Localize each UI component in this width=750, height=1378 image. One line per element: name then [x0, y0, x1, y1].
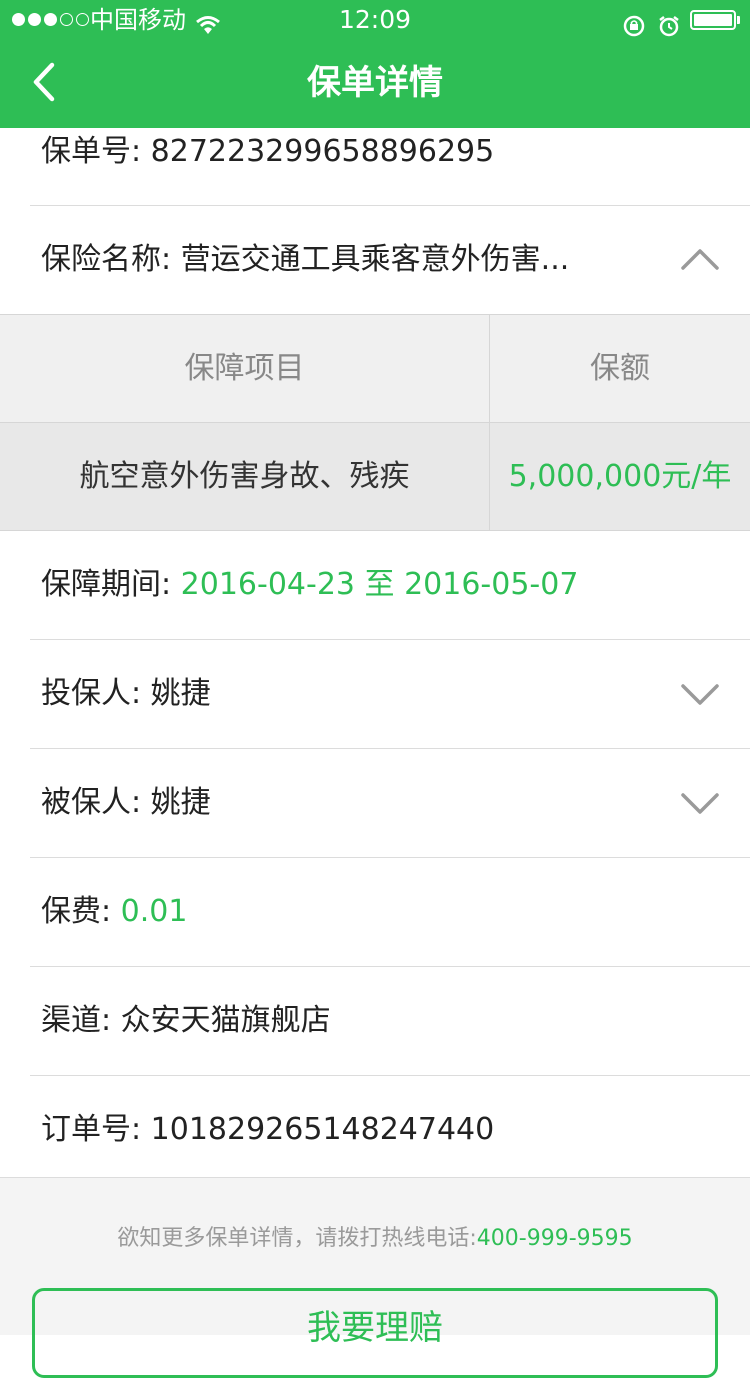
channel-value: 众安天猫旗舰店: [120, 1003, 331, 1038]
policy-number-row: 保单号: 827223299658896295: [0, 128, 750, 205]
order-number-row: 订单号: 101829265148247440: [0, 1076, 750, 1184]
claim-button[interactable]: 我要理赔: [32, 1288, 718, 1378]
header-bar: 中国移动 12:09 保单详情: [0, 0, 750, 128]
chevron-down-icon[interactable]: [680, 789, 720, 817]
coverage-item: 航空意外伤害身故、残疾: [0, 423, 490, 530]
policy-detail-list: 保单号: 827223299658896295 保险名称: 营运交通工具乘客意外…: [0, 128, 750, 1184]
insurance-name-value: 营运交通工具乘客意外伤害...: [180, 242, 570, 277]
insurance-name-row[interactable]: 保险名称: 营运交通工具乘客意外伤害...: [0, 206, 750, 314]
coverage-amount-header: 保额: [590, 351, 650, 386]
policy-number-label: 保单号:: [41, 134, 142, 169]
hotline-label: 欲知更多保单详情，请拨打热线电话:: [117, 1226, 477, 1251]
page-title: 保单详情: [307, 63, 443, 103]
coverage-period-row: 保障期间: 2016-04-23 至 2016-05-07: [0, 531, 750, 639]
hotline-text: 欲知更多保单详情，请拨打热线电话:400-999-9595: [0, 1220, 750, 1252]
coverage-amount: 5,000,000元/年: [508, 459, 732, 494]
premium-row: 保费: 0.01: [0, 858, 750, 966]
rotation-lock-icon: [622, 9, 646, 49]
alarm-icon: [658, 9, 680, 49]
policy-number-value: 827223299658896295: [150, 134, 495, 169]
table-row: 航空意外伤害身故、残疾 5,000,000元/年: [0, 422, 750, 530]
applicant-label: 投保人:: [41, 676, 142, 711]
insurance-name-label: 保险名称:: [41, 242, 172, 277]
status-bar: 中国移动 12:09: [0, 0, 750, 40]
insured-label: 被保人:: [41, 785, 142, 820]
applicant-row[interactable]: 投保人: 姚捷: [0, 640, 750, 748]
coverage-period-label: 保障期间:: [41, 567, 172, 602]
channel-row: 渠道: 众安天猫旗舰店: [0, 967, 750, 1075]
channel-label: 渠道:: [41, 1003, 112, 1038]
coverage-item-header: 保障项目: [0, 315, 490, 422]
coverage-table: 保障项目 保额 航空意外伤害身故、残疾 5,000,000元/年: [0, 314, 750, 531]
chevron-down-icon[interactable]: [680, 680, 720, 708]
footer: 欲知更多保单详情，请拨打热线电话:400-999-9595 我要理赔: [0, 1177, 750, 1378]
hotline-number[interactable]: 400-999-9595: [477, 1226, 633, 1251]
coverage-table-header: 保障项目 保额: [0, 315, 750, 422]
premium-label: 保费:: [41, 894, 112, 929]
chevron-up-icon[interactable]: [680, 246, 720, 274]
insured-value: 姚捷: [150, 785, 211, 820]
battery-icon: [690, 10, 736, 30]
order-number-label: 订单号:: [41, 1112, 142, 1147]
applicant-value: 姚捷: [150, 676, 211, 711]
premium-value: 0.01: [120, 894, 188, 929]
insured-row[interactable]: 被保人: 姚捷: [0, 749, 750, 857]
coverage-period-value: 2016-04-23 至 2016-05-07: [180, 567, 579, 602]
order-number-value: 101829265148247440: [150, 1112, 495, 1147]
